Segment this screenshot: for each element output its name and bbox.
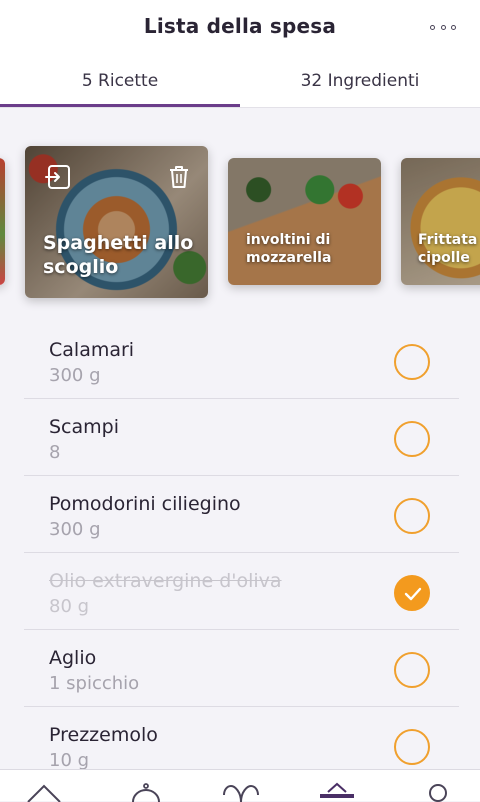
recipe-name: Frittata cipolle [418, 232, 478, 266]
ingredient-quantity: 1 spicchio [49, 673, 140, 694]
recipe-carousel[interactable]: Spaghetti allo scoglio involtini di mozz… [0, 140, 480, 310]
check-circle-icon[interactable] [394, 498, 430, 534]
list-item[interactable]: Pomodorini ciliegino 300 g [24, 476, 459, 553]
check-circle-icon[interactable] [394, 652, 430, 688]
basket-icon[interactable] [318, 782, 356, 802]
tab-ingredients[interactable]: 32 Ingredienti [240, 71, 480, 91]
list-item[interactable]: Scampi 8 [24, 399, 459, 476]
ingredient-name: Prezzemolo [49, 724, 158, 746]
recipe-card-spaghetti[interactable]: Spaghetti allo scoglio [25, 146, 208, 298]
ingredient-quantity: 8 [49, 442, 61, 463]
profile-icon[interactable] [424, 782, 452, 802]
open-recipe-icon[interactable] [45, 164, 71, 190]
check-circle-icon[interactable] [394, 344, 430, 380]
recipe-name: Spaghetti allo scoglio [43, 232, 194, 278]
bottom-navigation [0, 769, 480, 802]
ingredient-list: Calamari 300 g Scampi 8 Pomodorini cilie… [24, 322, 459, 783]
page-title: Lista della spesa [143, 14, 337, 38]
tab-recipes[interactable]: 5 Ricette [0, 71, 240, 91]
list-item[interactable]: Olio extravergine d'oliva 80 g [24, 553, 459, 630]
recipe-card-frittata[interactable]: Frittata cipolle [401, 158, 480, 285]
ingredient-name: Pomodorini ciliegino [49, 493, 241, 515]
recipe-card-partial[interactable] [0, 158, 5, 285]
chef-hat-icon[interactable] [130, 782, 162, 802]
check-circle-icon[interactable] [394, 729, 430, 765]
check-circle-icon[interactable] [394, 421, 430, 457]
checked-circle-icon[interactable] [394, 575, 430, 611]
ingredient-quantity: 300 g [49, 365, 101, 386]
list-item[interactable]: Calamari 300 g [24, 322, 459, 399]
ingredient-quantity: 80 g [49, 596, 90, 617]
trash-icon[interactable] [166, 164, 192, 190]
recipe-card-involtini[interactable]: involtini di mozzarella [228, 158, 381, 285]
ingredient-quantity: 10 g [49, 750, 90, 771]
ingredient-name: Scampi [49, 416, 119, 438]
home-icon[interactable] [26, 782, 62, 802]
tab-indicator [0, 104, 240, 107]
app-header: Lista della spesa 5 Ricette 32 Ingredien… [0, 0, 480, 108]
ingredient-name: Olio extravergine d'oliva [49, 570, 282, 592]
more-options-icon[interactable] [430, 22, 456, 32]
list-item[interactable]: Aglio 1 spicchio [24, 630, 459, 707]
recipe-name: involtini di mozzarella [246, 232, 332, 266]
ingredient-quantity: 300 g [49, 519, 101, 540]
heart-icon[interactable] [222, 782, 260, 802]
ingredient-name: Aglio [49, 647, 97, 669]
ingredient-name: Calamari [49, 339, 135, 361]
